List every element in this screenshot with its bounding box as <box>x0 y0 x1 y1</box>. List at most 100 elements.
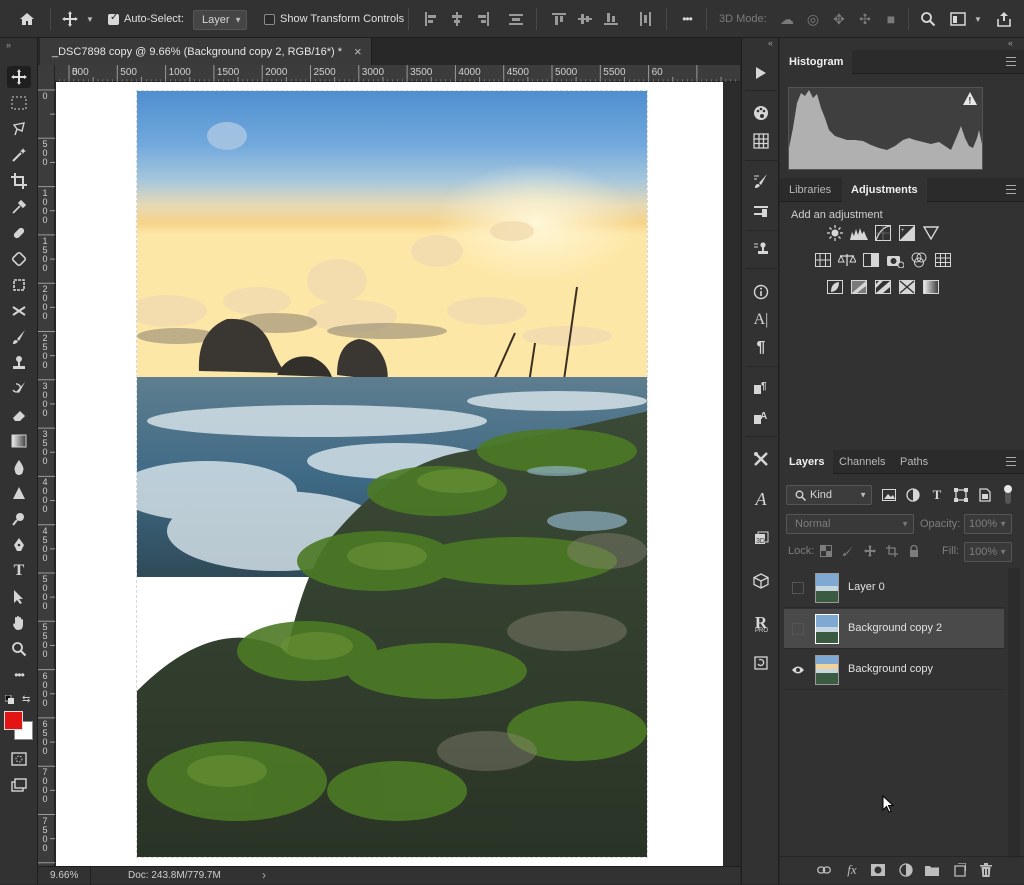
black-white-icon[interactable] <box>862 252 880 268</box>
collapse-toolbar-icon[interactable]: » <box>6 40 11 50</box>
foreground-color-swatch[interactable] <box>4 711 23 730</box>
close-icon[interactable]: × <box>354 44 362 59</box>
channel-mixer-icon[interactable] <box>910 252 928 268</box>
layer-filter-kind[interactable]: Kind ▼ <box>786 485 872 505</box>
panel-menu-icon[interactable] <box>1006 185 1016 194</box>
swap-colors-icon[interactable]: ⇆ <box>22 694 30 705</box>
collapse-panels-icon[interactable]: « <box>768 38 773 48</box>
posterize-icon[interactable] <box>850 279 868 295</box>
document-image[interactable] <box>136 90 648 858</box>
move-tool-icon[interactable] <box>7 66 31 88</box>
auto-select-checkbox[interactable]: Auto-Select: <box>108 6 184 32</box>
filter-adjustment-icon[interactable] <box>904 487 922 503</box>
3d-slide-icon[interactable]: ✣ <box>854 6 876 32</box>
show-transform-checkbox[interactable]: Show Transform Controls <box>264 6 404 32</box>
layer-row-selected[interactable]: Background copy 2 <box>784 609 1004 649</box>
filter-smart-object-icon[interactable] <box>976 487 994 503</box>
quick-mask-icon[interactable] <box>7 748 31 770</box>
path-selection-tool-icon[interactable] <box>7 586 31 608</box>
dodge-burn-tool-icon[interactable] <box>7 508 31 530</box>
share-icon[interactable] <box>992 6 1016 32</box>
layer-name[interactable]: Background copy <box>848 663 933 675</box>
more-options-icon[interactable]: ••• <box>676 6 698 32</box>
lasso-tool-icon[interactable] <box>7 118 31 140</box>
3d-orbit-icon[interactable]: ☁ <box>776 6 798 32</box>
document-tab[interactable]: _DSC7898 copy @ 9.66% (Background copy 2… <box>40 38 372 65</box>
layer-row[interactable]: Background copy <box>784 650 1004 690</box>
3d-cube-icon[interactable] <box>750 570 772 592</box>
visibility-toggle-empty[interactable] <box>792 623 804 635</box>
panel-menu-icon[interactable] <box>1006 57 1016 66</box>
workspace-icon[interactable] <box>946 6 970 32</box>
tab-histogram[interactable]: Histogram <box>780 50 853 74</box>
lock-transparent-icon[interactable] <box>817 543 835 559</box>
trash-icon[interactable] <box>976 860 996 880</box>
fx-icon[interactable]: fx <box>842 860 862 880</box>
collapse-panels-icon[interactable]: « <box>1008 38 1013 48</box>
content-aware-move-icon[interactable] <box>7 274 31 296</box>
layer-thumbnail[interactable] <box>815 614 839 644</box>
hand-tool-icon[interactable] <box>7 612 31 634</box>
paragraph-panel-icon[interactable]: ¶ <box>750 337 772 359</box>
3d-roll-icon[interactable]: ◎ <box>802 6 824 32</box>
color-palette-icon[interactable] <box>750 102 772 124</box>
auto-select-dropdown[interactable]: Layer ▼ <box>193 10 247 30</box>
history-brush-tool-icon[interactable] <box>7 378 31 400</box>
brush-settings-icon[interactable] <box>750 170 772 192</box>
eyedropper-tool-icon[interactable] <box>7 196 31 218</box>
layer-name[interactable]: Layer 0 <box>848 581 885 593</box>
selective-color-icon[interactable] <box>898 279 916 295</box>
default-colors-icon[interactable] <box>5 695 14 704</box>
layer-thumbnail[interactable] <box>815 573 839 603</box>
gradient-tool-icon[interactable] <box>7 430 31 452</box>
levels-icon[interactable] <box>850 225 868 241</box>
checkbox-checked-icon[interactable] <box>108 12 119 25</box>
checkbox-unchecked-icon[interactable] <box>264 13 275 25</box>
eye-icon[interactable] <box>792 664 804 676</box>
layer-row[interactable]: Layer 0 <box>784 568 1004 608</box>
filter-toggle-switch[interactable] <box>1002 484 1014 506</box>
align-bottom-icon[interactable] <box>600 6 622 32</box>
tab-adjustments[interactable]: Adjustments <box>842 178 927 202</box>
layer-thumbnail[interactable] <box>815 655 839 685</box>
screen-mode-icon[interactable] <box>7 774 31 796</box>
exposure-icon[interactable]: + <box>898 225 916 241</box>
move-tool-preset-icon[interactable] <box>58 6 82 32</box>
layers-scrollbar[interactable] <box>1008 568 1020 858</box>
type-tool-icon[interactable]: T <box>7 560 31 582</box>
vibrance-icon[interactable] <box>814 252 832 268</box>
zoom-level[interactable]: 9.66% <box>50 870 78 881</box>
healing-brush-tool-icon[interactable] <box>7 222 31 244</box>
glyphs-panel-icon[interactable]: A <box>750 488 772 510</box>
lock-position-icon[interactable] <box>861 543 879 559</box>
swatches-grid-icon[interactable] <box>750 130 772 152</box>
tab-paths[interactable]: Paths <box>891 450 937 474</box>
photo-filter-icon[interactable] <box>886 252 904 268</box>
adjustment-layer-icon[interactable] <box>896 860 916 880</box>
home-icon[interactable] <box>14 6 40 32</box>
layer-name[interactable]: Background copy 2 <box>848 622 942 634</box>
clone-stamp-tool-icon[interactable] <box>7 352 31 374</box>
distribute-vertical-icon[interactable] <box>634 6 656 32</box>
opacity-field[interactable]: 100% ▼ <box>964 514 1012 534</box>
red-eye-tool-icon[interactable] <box>7 300 31 322</box>
eraser-tool-icon[interactable] <box>7 404 31 426</box>
marquee-tool-icon[interactable] <box>7 92 31 114</box>
clone-source-icon[interactable] <box>750 238 772 260</box>
brightness-contrast-icon[interactable] <box>826 225 844 241</box>
align-vertical-center-icon[interactable] <box>574 6 596 32</box>
group-folder-icon[interactable] <box>922 860 942 880</box>
mask-icon[interactable] <box>868 860 888 880</box>
color-lookup-icon[interactable] <box>934 252 952 268</box>
lock-image-pixels-icon[interactable] <box>839 543 857 559</box>
history-panel-icon[interactable] <box>750 652 772 674</box>
color-balance-icon[interactable] <box>838 252 856 268</box>
crop-tool-icon[interactable] <box>7 170 31 192</box>
tab-channels[interactable]: Channels <box>830 450 894 474</box>
filter-type-icon[interactable]: T <box>928 487 946 503</box>
lock-all-icon[interactable] <box>905 543 923 559</box>
tool-presets-icon[interactable] <box>750 200 772 222</box>
status-menu-arrow[interactable]: › <box>262 868 266 882</box>
gradient-map-triangle-icon[interactable] <box>922 225 940 241</box>
tab-layers[interactable]: Layers <box>780 450 834 474</box>
